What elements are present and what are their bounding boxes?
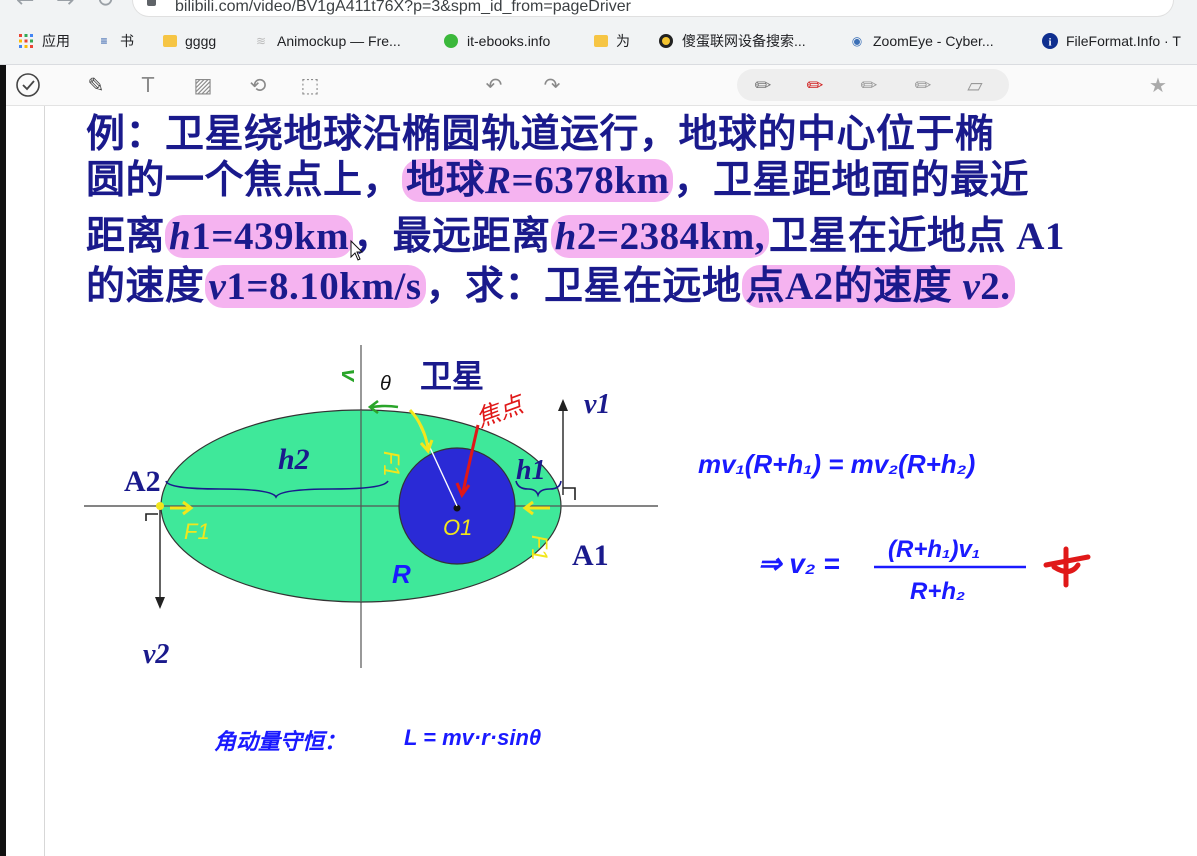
v1-arrowhead [558, 399, 568, 411]
forward-arrow-icon[interactable]: → [56, 0, 74, 13]
reload-icon[interactable]: ↻ [96, 0, 114, 13]
shodan-icon [658, 33, 674, 49]
label-v1: v1 [584, 389, 610, 420]
folder-icon [594, 35, 608, 47]
svg-text:i: i [1048, 37, 1051, 49]
bookmark-it-ebooks[interactable]: it-ebooks.info [443, 30, 550, 52]
bookmark-wei[interactable]: 为 [594, 30, 630, 52]
label-h2: h2 [278, 443, 310, 476]
label-A2: A2 [124, 465, 161, 498]
green-ball-icon [443, 33, 459, 49]
label-satellite: 卫星 [420, 358, 484, 394]
velocity-arrow-top [371, 404, 399, 409]
bookmark-label: FileFormat.Info · T [1066, 33, 1181, 49]
A2-point [156, 502, 164, 510]
note-formula: L = mv·r·sinθ [404, 725, 541, 750]
bookmark-label: 傻蛋联网设备搜索... [682, 33, 806, 49]
whiteboard-app: ✎ T ▨ ⟲ ⬚ ↶ ↷ ✏ ✏ ✏ ✏ ▱ ★ 例：卫星绕地球沿椭圆轨道运行… [0, 65, 1197, 856]
book-icon: ≡ [100, 34, 108, 48]
handwritten-O1: O1 [443, 515, 472, 540]
red-star-mark [1043, 546, 1091, 588]
mouse-cursor-icon [350, 239, 364, 261]
v2-arrowhead [155, 597, 165, 609]
bookmark-book[interactable]: ≡ 书 [96, 30, 134, 52]
back-arrow-icon[interactable]: ← [16, 0, 34, 13]
right-angle-A2 [145, 513, 158, 521]
handwritten-F-top: F1 [379, 451, 404, 477]
bookmark-animockup[interactable]: ≋ Animockup — Fre... [253, 30, 401, 52]
handwritten-R: R [392, 559, 411, 589]
handwritten-theta: θ [380, 373, 391, 395]
bookmark-label: 为 [616, 33, 630, 49]
browser-chrome: ← → ↻ bilibili.com/video/BV1gA411t76X?p=… [0, 0, 1197, 65]
equation-v2-numerator: (R+h₁)v₁ [888, 536, 980, 563]
bookmark-label: ZoomEye - Cyber... [873, 33, 994, 49]
zoomeye-icon: ◉ [851, 34, 863, 48]
right-angle-A1 [563, 487, 576, 500]
equation-v2-lhs: ⇒ v₂ = [758, 548, 840, 579]
bookmark-zoomeye[interactable]: ◉ ZoomEye - Cyber... [849, 30, 994, 52]
handwritten-v-top: v [337, 369, 362, 383]
address-bar[interactable]: bilibili.com/video/BV1gA411t76X?p=3&spm_… [133, 0, 1173, 16]
bookmark-label: 应用 [42, 33, 70, 49]
info-icon: i [1042, 33, 1058, 49]
url-text: bilibili.com/video/BV1gA411t76X?p=3&spm_… [175, 0, 631, 15]
bookmark-label: it-ebooks.info [467, 33, 551, 49]
bookmark-label: Animockup — Fre... [277, 33, 401, 49]
equation-angular-momentum: mv₁(R+h₁) = mv₂(R+h₂) [698, 449, 975, 479]
bookmark-apps[interactable]: 应用 [18, 30, 70, 52]
label-A1: A1 [572, 539, 609, 572]
orbit-diagram: A2 A1 h2 h1 v1 v2 卫星 R O1 F1 F1 F1 焦点 v … [84, 239, 1091, 754]
note-label: 角动量守恒： [214, 729, 346, 754]
animockup-icon: ≋ [255, 34, 267, 48]
bookmark-label: gggg [185, 33, 217, 49]
apps-grid-icon [18, 33, 34, 49]
lock-icon [147, 0, 156, 6]
label-v2: v2 [143, 639, 169, 670]
handwritten-F-right: F1 [527, 535, 552, 561]
bookmarks-bar: 应用 ≡ 书 gggg ≋ Animockup — Fre... it-eboo… [0, 26, 1197, 56]
bookmark-gggg[interactable]: gggg [163, 30, 216, 52]
handwritten-focus: 焦点 [472, 390, 529, 433]
bookmark-fileformat[interactable]: i FileFormat.Info · T [1042, 30, 1181, 52]
folder-icon [163, 35, 177, 47]
handwritten-F-left: F1 [184, 519, 210, 544]
label-h1: h1 [516, 455, 546, 486]
bookmark-shodan[interactable]: 傻蛋联网设备搜索... [658, 30, 806, 52]
bookmark-label: 书 [120, 33, 134, 49]
equation-v2-denominator: R+h₂ [910, 578, 965, 605]
